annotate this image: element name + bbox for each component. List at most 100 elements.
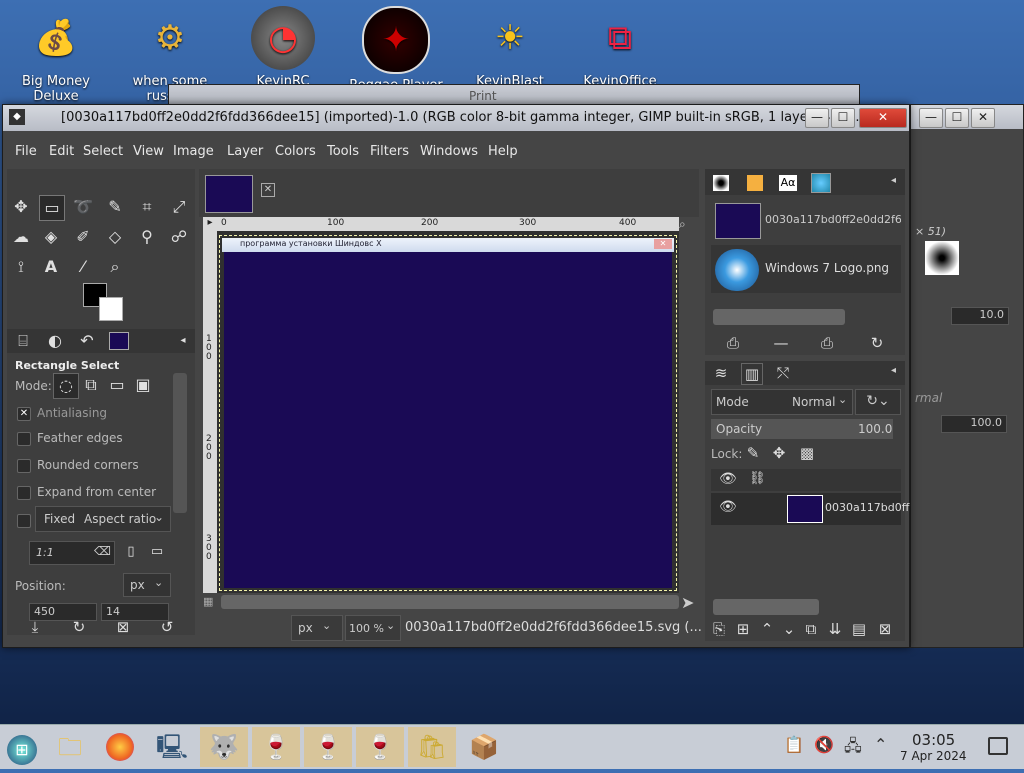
lock-position-icon[interactable]: ✥ <box>769 443 789 463</box>
image-list-item[interactable]: 0030a117bd0ff2e0dd2f6fde <box>711 199 901 241</box>
delete-options-icon[interactable]: ⊠ <box>113 617 133 637</box>
wine-app-button-1[interactable]: 🍷 <box>252 727 300 767</box>
new-layer-icon[interactable]: ⎘ <box>709 619 729 639</box>
layer-mask-icon[interactable]: ▤ <box>849 619 869 639</box>
bg-close-button[interactable]: ✕ <box>971 108 995 128</box>
mode-replace-icon[interactable]: ◌ <box>53 373 79 399</box>
smudge-tool-icon[interactable]: ☍ <box>167 225 191 249</box>
mode-add-icon[interactable]: ⧉ <box>79 373 103 397</box>
portrait-icon[interactable]: ▯ <box>119 540 143 564</box>
landscape-icon[interactable]: ▭ <box>145 540 169 564</box>
layer-mode-dropdown[interactable]: Mode Normal ⌄ <box>711 389 853 415</box>
background-color-swatch[interactable] <box>99 297 123 321</box>
firefox-button[interactable] <box>96 727 144 767</box>
menu-tools[interactable]: Tools <box>327 144 359 159</box>
mode-subtract-icon[interactable]: ▭ <box>105 373 129 397</box>
network-icon[interactable]: 🖧 <box>844 735 862 762</box>
tab-menu-icon[interactable]: ◂ <box>171 329 195 353</box>
save-options-icon[interactable]: ⤓ <box>25 617 45 637</box>
menu-filters[interactable]: Filters <box>370 144 409 159</box>
position-unit-dropdown[interactable]: px ⌄ <box>123 573 171 597</box>
duplicate-layer-icon[interactable]: ⧉ <box>801 619 821 639</box>
mode-reset-button[interactable]: ↻⌄ <box>855 389 901 415</box>
rounded-corners-checkbox[interactable] <box>17 459 31 473</box>
lock-pixels-icon[interactable]: ✎ <box>743 443 763 463</box>
bg-opacity-field[interactable]: 100.0 <box>941 415 1007 433</box>
menu-select[interactable]: Select <box>83 144 123 159</box>
background-gimp-window[interactable]: — ☐ ✕ × 51) 10.0 rmal 100.0 <box>910 104 1024 648</box>
horizontal-ruler[interactable]: 0 100 200 300 400 <box>217 217 679 231</box>
zoom-tool-icon[interactable]: ⌕ <box>103 255 127 279</box>
feather-edges-checkbox[interactable] <box>17 432 31 446</box>
canvas-area[interactable]: программа установки Шиндовс X ✕ <box>217 231 679 593</box>
paintbrush-tool-icon[interactable]: ✐ <box>71 225 95 249</box>
close-tab-icon[interactable]: ✕ <box>261 183 275 197</box>
lower-layer-icon[interactable]: ⌄ <box>779 619 799 639</box>
dock-menu-icon[interactable]: ◂ <box>891 365 896 376</box>
control-panel-button[interactable]: 🖳 <box>148 727 196 767</box>
menu-view[interactable]: View <box>133 144 164 159</box>
brush-tab-icon[interactable] <box>713 175 729 191</box>
package-button[interactable]: 📦 <box>460 727 508 767</box>
ruler-corner[interactable]: ▸ <box>203 217 217 231</box>
maximize-button[interactable]: ☐ <box>831 108 855 128</box>
gimp-taskbar-button[interactable]: 🐺 <box>200 727 248 767</box>
fixed-dropdown[interactable]: Fixed Aspect ratio ⌄ <box>35 506 171 532</box>
layer-row[interactable]: 👁 0030a117bd0ff <box>711 493 909 525</box>
layers-scrollbar[interactable] <box>713 599 819 615</box>
zoom-to-fit-icon[interactable]: ⌕ <box>679 217 695 231</box>
text-tool-icon[interactable]: A <box>39 255 63 279</box>
dock-menu-icon[interactable]: ◂ <box>891 175 896 186</box>
image-canvas[interactable]: программа установки Шиндовс X ✕ <box>219 235 677 591</box>
anchor-layer-icon[interactable]: ⇊ <box>825 619 845 639</box>
gimp-window[interactable]: ◆ [0030a117bd0ff2e0dd2f6fdd366dee15] (im… <box>2 104 910 648</box>
mute-icon[interactable]: 🔇 <box>814 735 834 754</box>
channels-tab-icon[interactable]: ▥ <box>741 363 763 385</box>
desktop-icon-big-money[interactable]: 💰 Big Money Deluxe <box>6 6 106 104</box>
desktop-icon-kevinblast[interactable]: ☀ KevinBlast <box>460 6 560 89</box>
warp-tool-icon[interactable]: ☁ <box>9 225 33 249</box>
move-tool-icon[interactable]: ✥ <box>9 195 33 219</box>
shopping-bag-button[interactable]: 🛍 <box>408 727 456 767</box>
print-icon[interactable]: ⎙ <box>817 333 837 353</box>
close-button[interactable]: ✕ <box>859 108 907 128</box>
color-picker-tool-icon[interactable]: ⁄ <box>71 255 95 279</box>
eraser-tool-icon[interactable]: ◇ <box>103 225 127 249</box>
lasso-tool-icon[interactable]: ➰ <box>71 195 95 219</box>
bg-maximize-button[interactable]: ☐ <box>945 108 969 128</box>
clock-date[interactable]: 7 Apr 2024 <box>900 749 967 763</box>
tool-options-scrollbar[interactable] <box>173 373 187 513</box>
expand-from-center-checkbox[interactable] <box>17 486 31 500</box>
paths-tool-icon[interactable]: ⟟ <box>9 255 33 279</box>
vertical-ruler[interactable]: 1 0 0 2 0 0 3 0 0 <box>203 231 217 593</box>
device-status-tab-icon[interactable]: ◐ <box>43 329 67 353</box>
clone-tool-icon[interactable]: ⚲ <box>135 225 159 249</box>
menu-edit[interactable]: Edit <box>49 144 74 159</box>
image-tab-thumbnail[interactable] <box>205 175 253 213</box>
rect-select-tool-icon[interactable]: ▭ <box>39 195 65 221</box>
delete-layer-icon[interactable]: ⊠ <box>875 619 895 639</box>
transform-tool-icon[interactable]: ⤢ <box>167 195 191 219</box>
image-list-item[interactable]: Windows 7 Logo.png <box>711 245 901 293</box>
refresh-icon[interactable]: ↻ <box>867 333 887 353</box>
ratio-field[interactable]: 1:1 ⌫ <box>29 541 115 565</box>
clipboard-icon[interactable]: 📋 <box>784 735 804 754</box>
menu-windows[interactable]: Windows <box>420 144 478 159</box>
quick-mask-icon[interactable]: ▦ <box>203 595 217 609</box>
undo-history-tab-icon[interactable]: ↶ <box>75 329 99 353</box>
image-tab-thumbnail[interactable] <box>109 332 129 350</box>
visibility-eye-icon[interactable]: 👁 <box>719 499 737 515</box>
menu-colors[interactable]: Colors <box>275 144 316 159</box>
file-manager-button[interactable]: 🗀 <box>46 727 94 767</box>
pattern-tab-icon[interactable] <box>747 175 763 191</box>
unit-dropdown[interactable]: px ⌄ <box>291 615 343 641</box>
font-tab-icon[interactable]: Aα <box>779 175 797 191</box>
show-desktop-icon[interactable] <box>988 737 1008 755</box>
images-tab-icon[interactable] <box>811 173 831 193</box>
desktop-icon-reggae[interactable]: ✦ Reggae Player <box>346 6 446 93</box>
title-bar[interactable]: ◆ [0030a117bd0ff2e0dd2f6fdd366dee15] (im… <box>3 105 909 131</box>
desktop-icon-kevinoffice[interactable]: ⧉ KevinOffice <box>570 6 670 89</box>
fixed-checkbox[interactable] <box>17 514 31 528</box>
bg-minimize-button[interactable]: — <box>919 108 943 128</box>
bg-mode-field[interactable]: rmal <box>915 391 942 405</box>
